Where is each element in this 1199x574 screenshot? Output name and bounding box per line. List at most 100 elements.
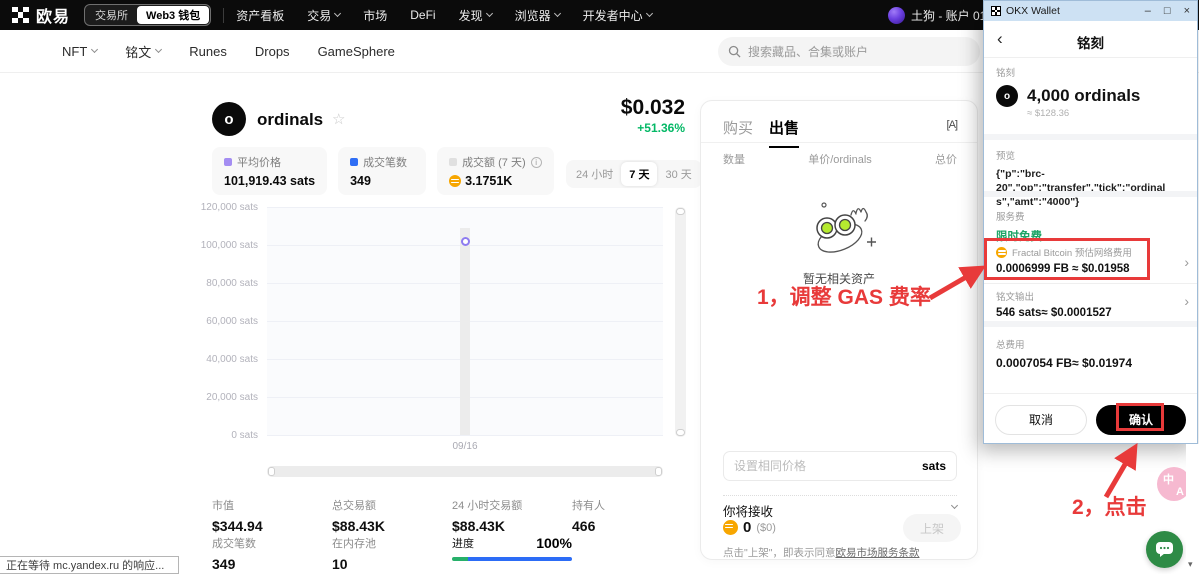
gridline <box>267 435 663 436</box>
chart-vertical-zoom-slider[interactable] <box>675 207 686 437</box>
col-quantity: 数量 <box>723 154 745 166</box>
chevron-down-icon <box>155 45 163 54</box>
nav-explorer[interactable]: 浏览器 <box>515 7 561 24</box>
progress-label: 进度 <box>452 538 474 550</box>
nav-defi[interactable]: DeFi <box>410 8 435 22</box>
preview-label: 预览 <box>996 151 1016 162</box>
chevron-right-icon[interactable]: › <box>1184 254 1189 270</box>
close-icon[interactable]: × <box>1184 5 1190 17</box>
page-scrollbar-track[interactable] <box>1186 444 1199 574</box>
y-axis-tick: 100,000 sats <box>200 240 258 251</box>
slider-handle[interactable] <box>655 467 662 476</box>
receive-amount-row: 0 ($0) <box>723 519 776 536</box>
confirm-button[interactable]: 确认 <box>1096 404 1186 435</box>
sats-coin-icon <box>449 175 462 187</box>
chevron-down-icon <box>645 9 653 18</box>
divider <box>984 57 1197 58</box>
subnav-gamesphere[interactable]: GameSphere <box>318 44 395 59</box>
y-axis-tick: 0 sats <box>231 430 258 441</box>
page-title: ordinals <box>257 110 324 129</box>
range-7d[interactable]: 7 天 <box>621 162 658 186</box>
nav-markets[interactable]: 市场 <box>363 7 387 24</box>
legend-dot <box>449 158 458 166</box>
account-menu[interactable]: 土狗 - 账户 01 <box>888 0 999 30</box>
total-label: 总费用 <box>996 340 1025 351</box>
wallet-titlebar: OKX Wallet – □ × <box>984 1 1197 21</box>
section-gap <box>984 134 1197 140</box>
brand-name: 欧易 <box>36 9 71 26</box>
mint-progress: 进度 100% <box>452 535 572 561</box>
stat-mempool: 在内存池 10 <box>332 538 376 572</box>
search-bar[interactable] <box>718 37 980 66</box>
price-change: +51.36% <box>637 121 685 135</box>
stat-card-trades: 成交笔数 349 <box>338 147 427 195</box>
section-gap <box>984 321 1197 327</box>
tab-buy[interactable]: 购买 <box>723 117 753 148</box>
chat-support-button[interactable] <box>1146 531 1183 568</box>
subnav-nft[interactable]: NFT <box>62 44 99 59</box>
stat-card-volume-7d: 成交额 (7 天) i 3.1751K <box>437 147 554 195</box>
slider-handle[interactable] <box>676 429 685 436</box>
toggle-exchange[interactable]: 交易所 <box>86 5 137 25</box>
account-name: 土狗 - 账户 01 <box>911 8 987 23</box>
search-input[interactable] <box>748 44 948 59</box>
time-range-switch: 24 小时 7 天 30 天 <box>566 160 702 188</box>
inscription-output-row[interactable]: 铭文输出 546 sats≈ $0.0001527 <box>996 289 1174 319</box>
exchange-wallet-toggle: 交易所 Web3 钱包 <box>84 4 212 26</box>
okx-wallet-logo-icon <box>991 6 1001 16</box>
chevron-right-icon[interactable]: › <box>1184 293 1189 309</box>
okx-logo-icon <box>12 6 29 24</box>
range-30d[interactable]: 30 天 <box>657 162 699 186</box>
scroll-down-icon[interactable]: ▾ <box>1188 559 1193 570</box>
stat-market-cap: 市值 $344.94 <box>212 500 263 534</box>
stat-holders: 持有人 466 <box>572 500 605 534</box>
same-price-input[interactable] <box>734 459 916 473</box>
gridline <box>267 207 663 208</box>
chevron-down-icon <box>950 501 959 510</box>
chat-bubble-icon <box>1156 542 1173 557</box>
subnav-drops[interactable]: Drops <box>255 44 290 59</box>
batch-list-icon[interactable]: [A] <box>947 119 958 131</box>
range-24h[interactable]: 24 小时 <box>568 162 621 186</box>
nav-trade[interactable]: 交易 <box>307 7 342 24</box>
divider <box>701 142 977 143</box>
price-point[interactable] <box>460 236 470 246</box>
divider <box>223 7 225 23</box>
chevron-down-icon <box>334 9 342 18</box>
network-fee-row[interactable]: Fractal Bitcoin 预估网络费用 0.0006999 FB ≈ $0… <box>996 245 1174 275</box>
stat-24h-volume: 24 小时交易额 $88.43K <box>452 500 523 534</box>
minimize-icon[interactable]: – <box>1145 5 1151 17</box>
y-axis-tick: 80,000 sats <box>206 278 258 289</box>
column-headers: 数量 单价/ordinals 总价 <box>723 151 957 167</box>
toggle-web3-wallet[interactable]: Web3 钱包 <box>137 6 210 24</box>
progress-value: 100% <box>536 535 572 551</box>
y-axis-tick: 120,000 sats <box>200 202 258 213</box>
legend-dot <box>224 158 232 166</box>
cancel-button[interactable]: 取消 <box>995 404 1087 435</box>
y-axis-tick: 60,000 sats <box>206 316 258 327</box>
subnav-items: NFT 铭文 Runes Drops GameSphere <box>0 42 395 61</box>
nav-discover[interactable]: 发现 <box>459 7 493 24</box>
inscribe-usd: ≈ $128.36 <box>1027 108 1070 119</box>
subnav-inscriptions[interactable]: 铭文 <box>125 42 163 61</box>
nav-assets[interactable]: 资产看板 <box>236 7 284 24</box>
terms-link[interactable]: 欧易市场服务条款 <box>835 547 919 559</box>
token-coin-icon: o <box>996 85 1018 107</box>
stat-card-avg-price: 平均价格 101,919.43 sats <box>212 147 328 195</box>
slider-handle[interactable] <box>676 208 685 215</box>
price-bar[interactable] <box>460 227 470 435</box>
maximize-icon[interactable]: □ <box>1164 5 1171 17</box>
token-price: $0.032 <box>620 96 685 119</box>
list-button[interactable]: 上架 <box>903 514 961 542</box>
info-icon[interactable]: i <box>530 156 542 168</box>
tab-sell[interactable]: 出售 <box>769 117 800 148</box>
nav-developer[interactable]: 开发者中心 <box>583 7 653 24</box>
chart-horizontal-zoom-slider[interactable] <box>267 466 663 477</box>
col-unit-price: 单价/ordinals <box>808 154 872 166</box>
slider-handle[interactable] <box>268 467 275 476</box>
subnav-runes[interactable]: Runes <box>189 44 227 59</box>
fractal-bitcoin-coin-icon <box>996 246 1007 258</box>
chevron-down-icon <box>485 9 493 18</box>
favorite-star-icon[interactable]: ☆ <box>332 110 345 128</box>
okx-brand[interactable]: 欧易 <box>12 3 70 27</box>
